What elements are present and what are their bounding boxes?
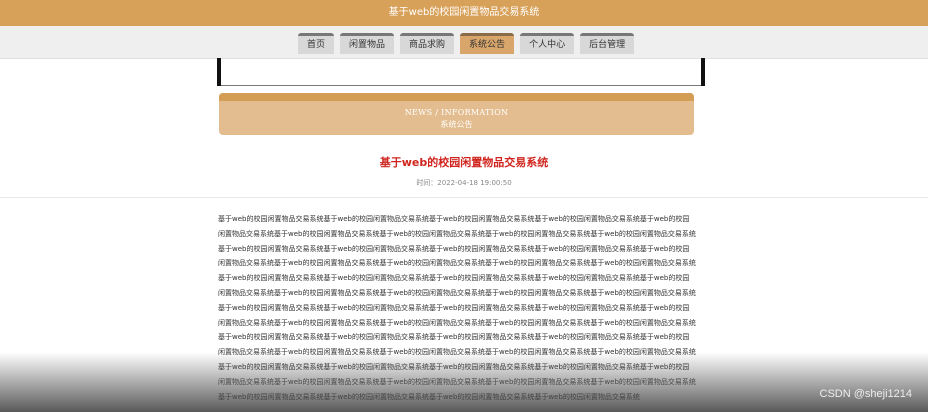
article-title: 基于web的校园闲置物品交易系统 xyxy=(379,156,549,169)
carousel-frame xyxy=(217,58,705,90)
carousel-left-edge xyxy=(217,58,221,86)
site-header: 基于web的校园闲置物品交易系统 xyxy=(0,0,928,26)
carousel-right-edge xyxy=(701,58,705,86)
nav-announcements[interactable]: 系统公告 xyxy=(460,33,515,54)
carousel-bottom-line xyxy=(221,85,701,86)
site-title: 基于web的校园闲置物品交易系统 xyxy=(388,7,540,18)
nav-wanted[interactable]: 商品求购 xyxy=(400,33,455,54)
nav-idle-items[interactable]: 闲置物品 xyxy=(340,33,395,54)
article-content: 基于web的校园闲置物品交易系统基于web的校园闲置物品交易系统基于web的校园… xyxy=(218,215,696,401)
nav-bar: 首页 闲置物品 商品求购 系统公告 个人中心 后台管理 xyxy=(0,26,928,59)
banner-english: NEWS / INFORMATION xyxy=(404,108,509,117)
article-time: 时间：2022-04-18 19:00:50 xyxy=(416,179,512,187)
nav-home[interactable]: 首页 xyxy=(298,33,335,54)
watermark: CSDN @sheji1214 xyxy=(819,388,913,400)
nav-admin[interactable]: 后台管理 xyxy=(580,33,635,54)
banner-chinese: 系统公告 xyxy=(440,120,473,129)
section-banner: NEWS / INFORMATION 系统公告 xyxy=(219,93,694,135)
nav-personal-center[interactable]: 个人中心 xyxy=(520,33,575,54)
main-nav: 首页 闲置物品 商品求购 系统公告 个人中心 后台管理 xyxy=(298,33,635,54)
divider xyxy=(0,197,928,198)
